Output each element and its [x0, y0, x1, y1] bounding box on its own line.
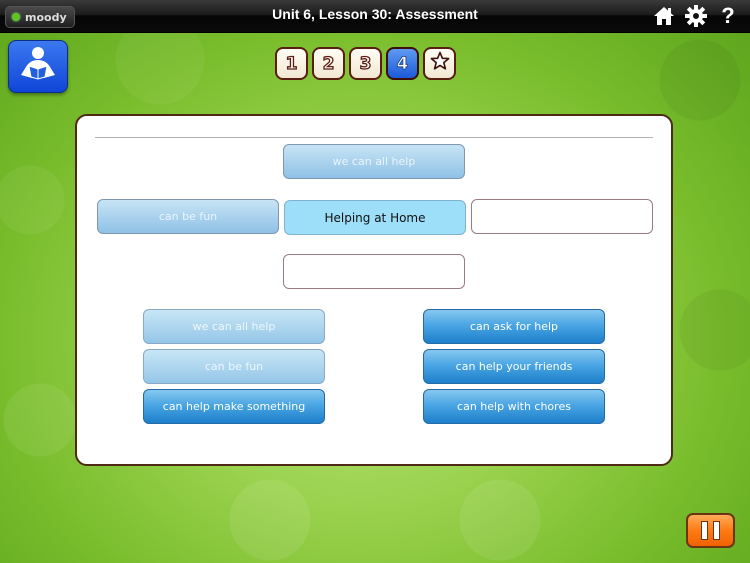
home-icon[interactable]	[652, 4, 676, 28]
web-slot-top[interactable]: we can all help	[283, 144, 465, 179]
web-slot-left[interactable]: can be fun	[97, 199, 279, 234]
web-slot-right[interactable]	[471, 199, 653, 234]
question-pager: 1 2 3 4	[275, 47, 456, 80]
page-button-2[interactable]: 2	[312, 47, 345, 80]
web-slot-bottom[interactable]	[283, 254, 465, 289]
choice-tile[interactable]: can be fun	[143, 349, 325, 384]
pause-button[interactable]	[686, 513, 735, 548]
pause-icon	[713, 521, 720, 540]
reading-person-icon	[18, 45, 58, 89]
reader-button[interactable]	[8, 40, 68, 93]
page-button-star[interactable]	[423, 47, 456, 80]
page-title: Unit 6, Lesson 30: Assessment	[272, 6, 478, 22]
choice-tile[interactable]: can help make something	[143, 389, 325, 424]
page-button-1[interactable]: 1	[275, 47, 308, 80]
divider	[95, 137, 653, 138]
top-bar: moody Unit 6, Lesson 30: Assessment ?	[0, 0, 750, 33]
page-button-4[interactable]: 4	[386, 47, 419, 80]
star-icon	[430, 51, 450, 76]
page-button-3[interactable]: 3	[349, 47, 382, 80]
choice-tile[interactable]: can help your friends	[423, 349, 605, 384]
choice-tile[interactable]: we can all help	[143, 309, 325, 344]
choice-tile[interactable]: can ask for help	[423, 309, 605, 344]
pause-icon	[701, 521, 708, 540]
concept-web-panel: we can all help can be fun Helping at Ho…	[75, 114, 673, 466]
web-center-topic: Helping at Home	[284, 200, 466, 235]
help-icon[interactable]: ?	[716, 3, 740, 28]
gear-icon[interactable]	[684, 4, 708, 28]
choice-tile[interactable]: can help with chores	[423, 389, 605, 424]
